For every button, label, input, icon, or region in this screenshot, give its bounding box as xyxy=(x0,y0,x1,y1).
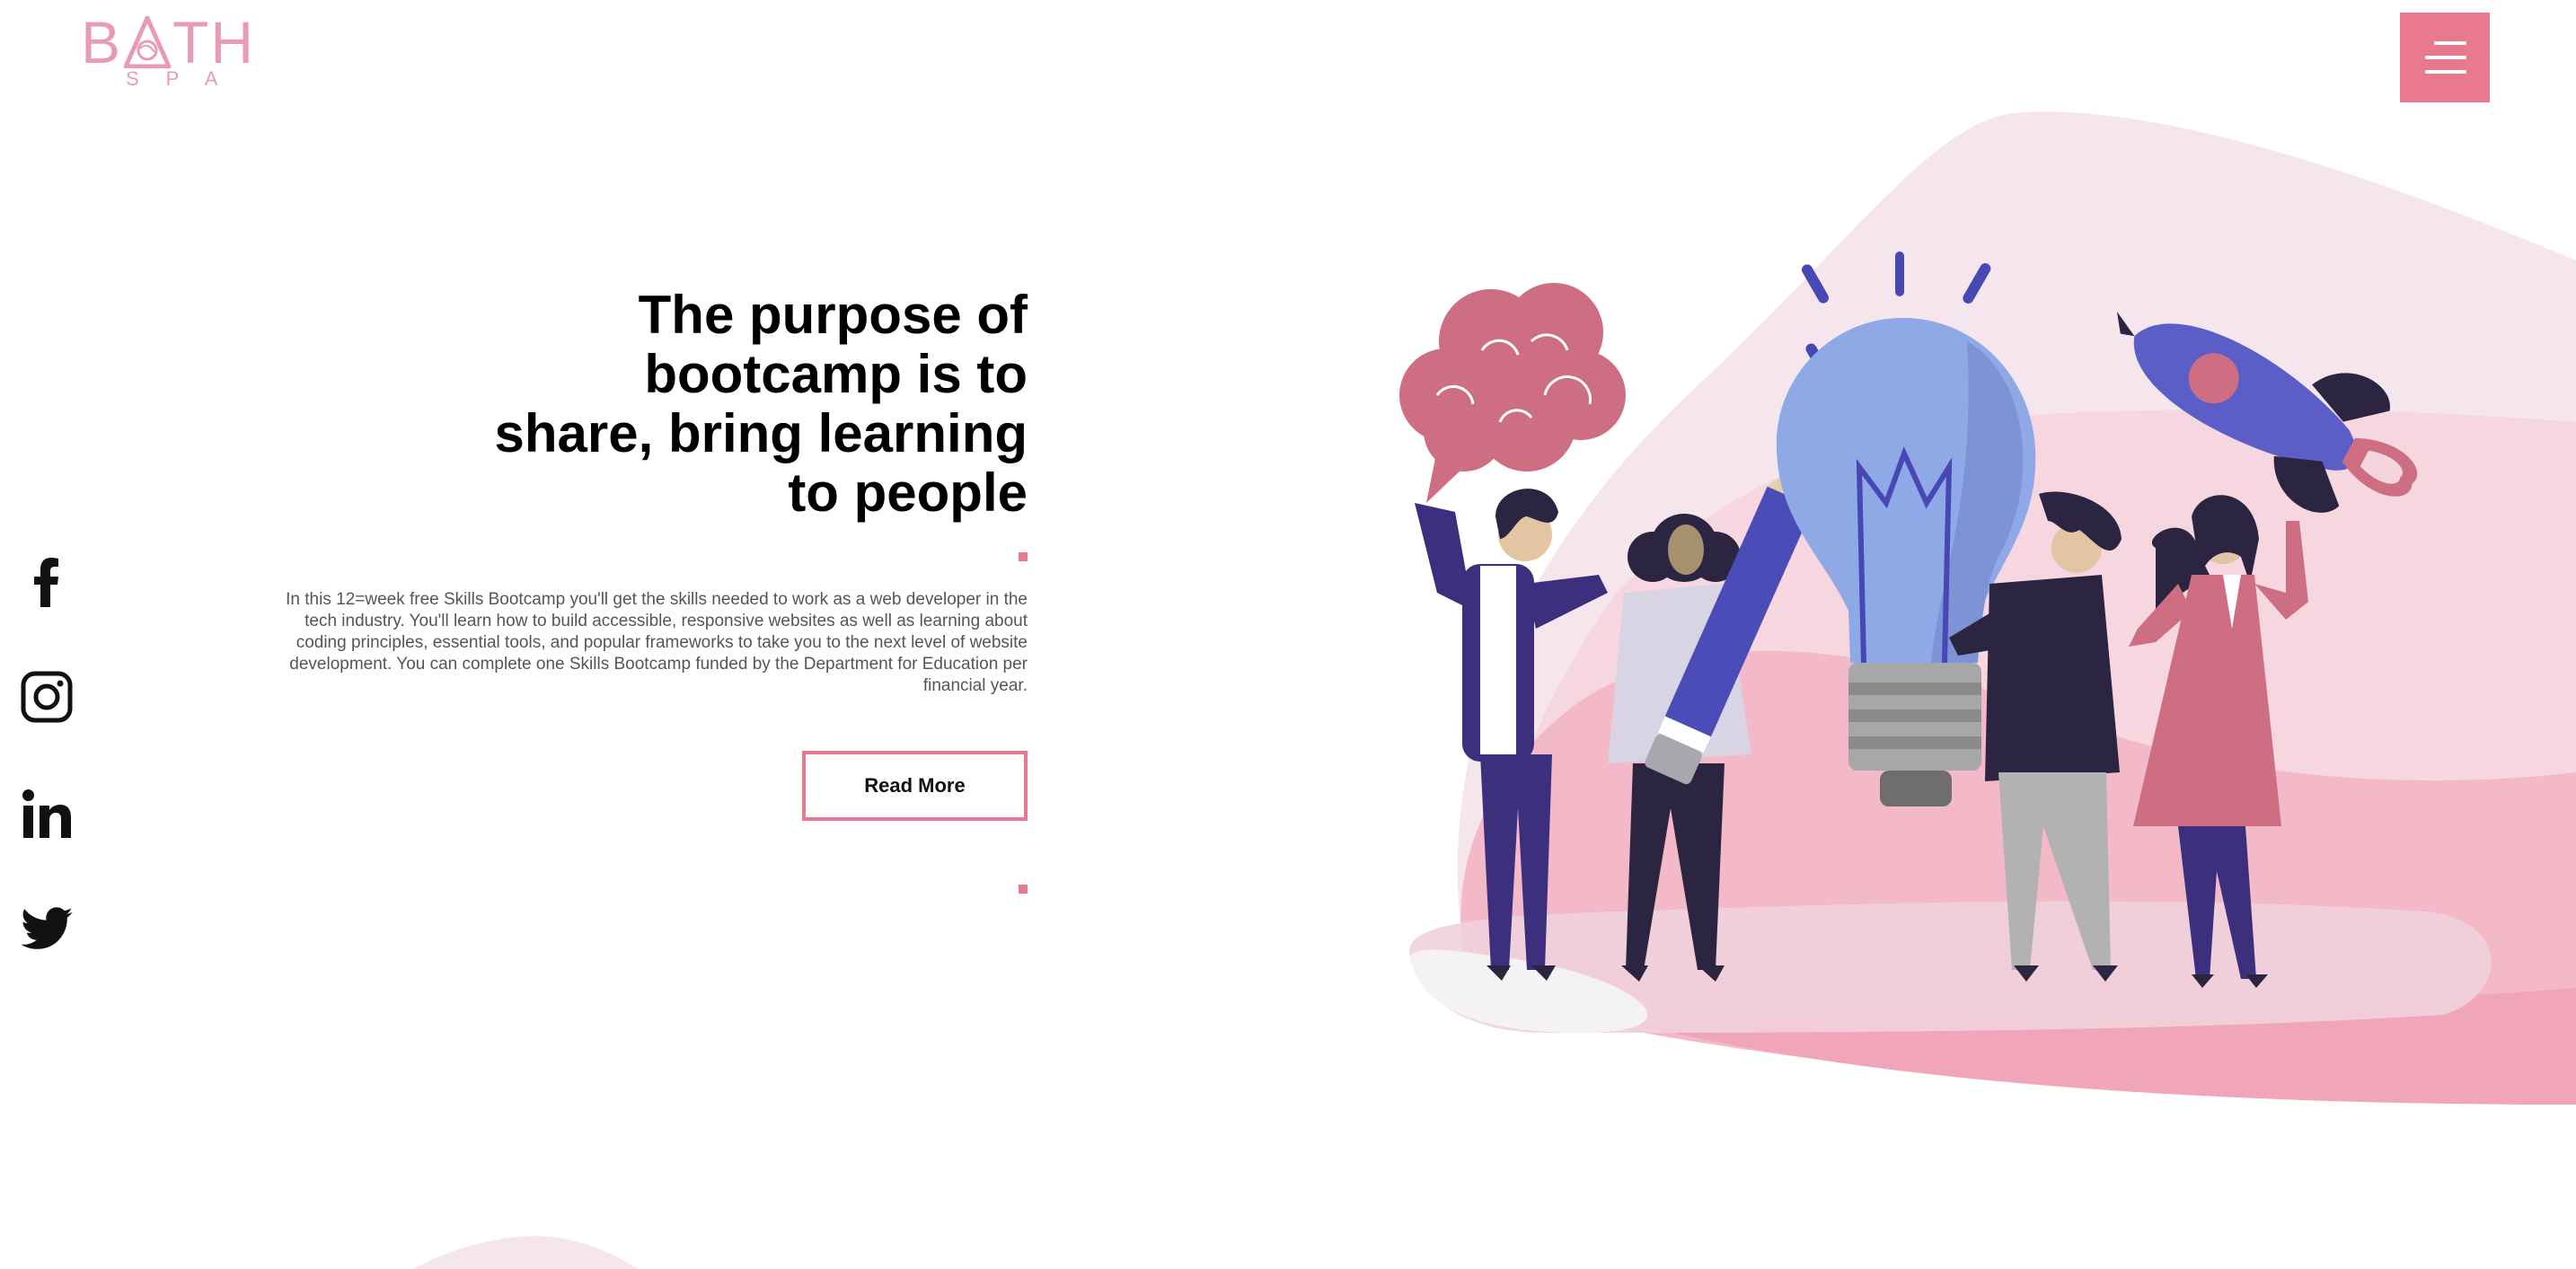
twitter-icon xyxy=(21,907,73,949)
hero-illustration xyxy=(1399,111,2576,1105)
hero-description: In this 12=week free Skills Bootcamp you… xyxy=(286,590,1028,695)
read-more-button[interactable]: Read More xyxy=(802,751,1028,821)
hero-title-line: to people xyxy=(788,463,1028,523)
hero-title: The purpose of bootcamp is to share, bri… xyxy=(467,286,1028,523)
hero-title-line: bootcamp is to xyxy=(644,344,1028,404)
logo[interactable]: B TH SPA xyxy=(81,13,269,93)
logo-a-triangle-icon xyxy=(124,16,171,68)
instagram-link[interactable] xyxy=(20,670,74,724)
hero-title-line: share, bring learning xyxy=(494,403,1028,463)
accent-dot xyxy=(1019,885,1028,894)
twitter-link[interactable] xyxy=(20,902,74,956)
logo-letter-b: B xyxy=(81,9,123,75)
hamburger-icon-line-1 xyxy=(2434,41,2466,45)
logo-subtitle: SPA xyxy=(126,67,245,90)
facebook-icon xyxy=(34,558,58,607)
hero-title-line: The purpose of xyxy=(638,285,1028,345)
instagram-icon xyxy=(21,671,73,723)
decorative-blob xyxy=(413,1236,638,1269)
hamburger-icon-line-3 xyxy=(2425,70,2466,74)
linkedin-link[interactable] xyxy=(20,787,74,841)
menu-button[interactable] xyxy=(2400,13,2490,102)
hamburger-icon-line-2 xyxy=(2425,56,2466,59)
logo-letters-th: TH xyxy=(172,9,256,75)
accent-dot xyxy=(1019,552,1028,561)
facebook-link[interactable] xyxy=(20,555,74,609)
linkedin-icon xyxy=(22,789,71,838)
